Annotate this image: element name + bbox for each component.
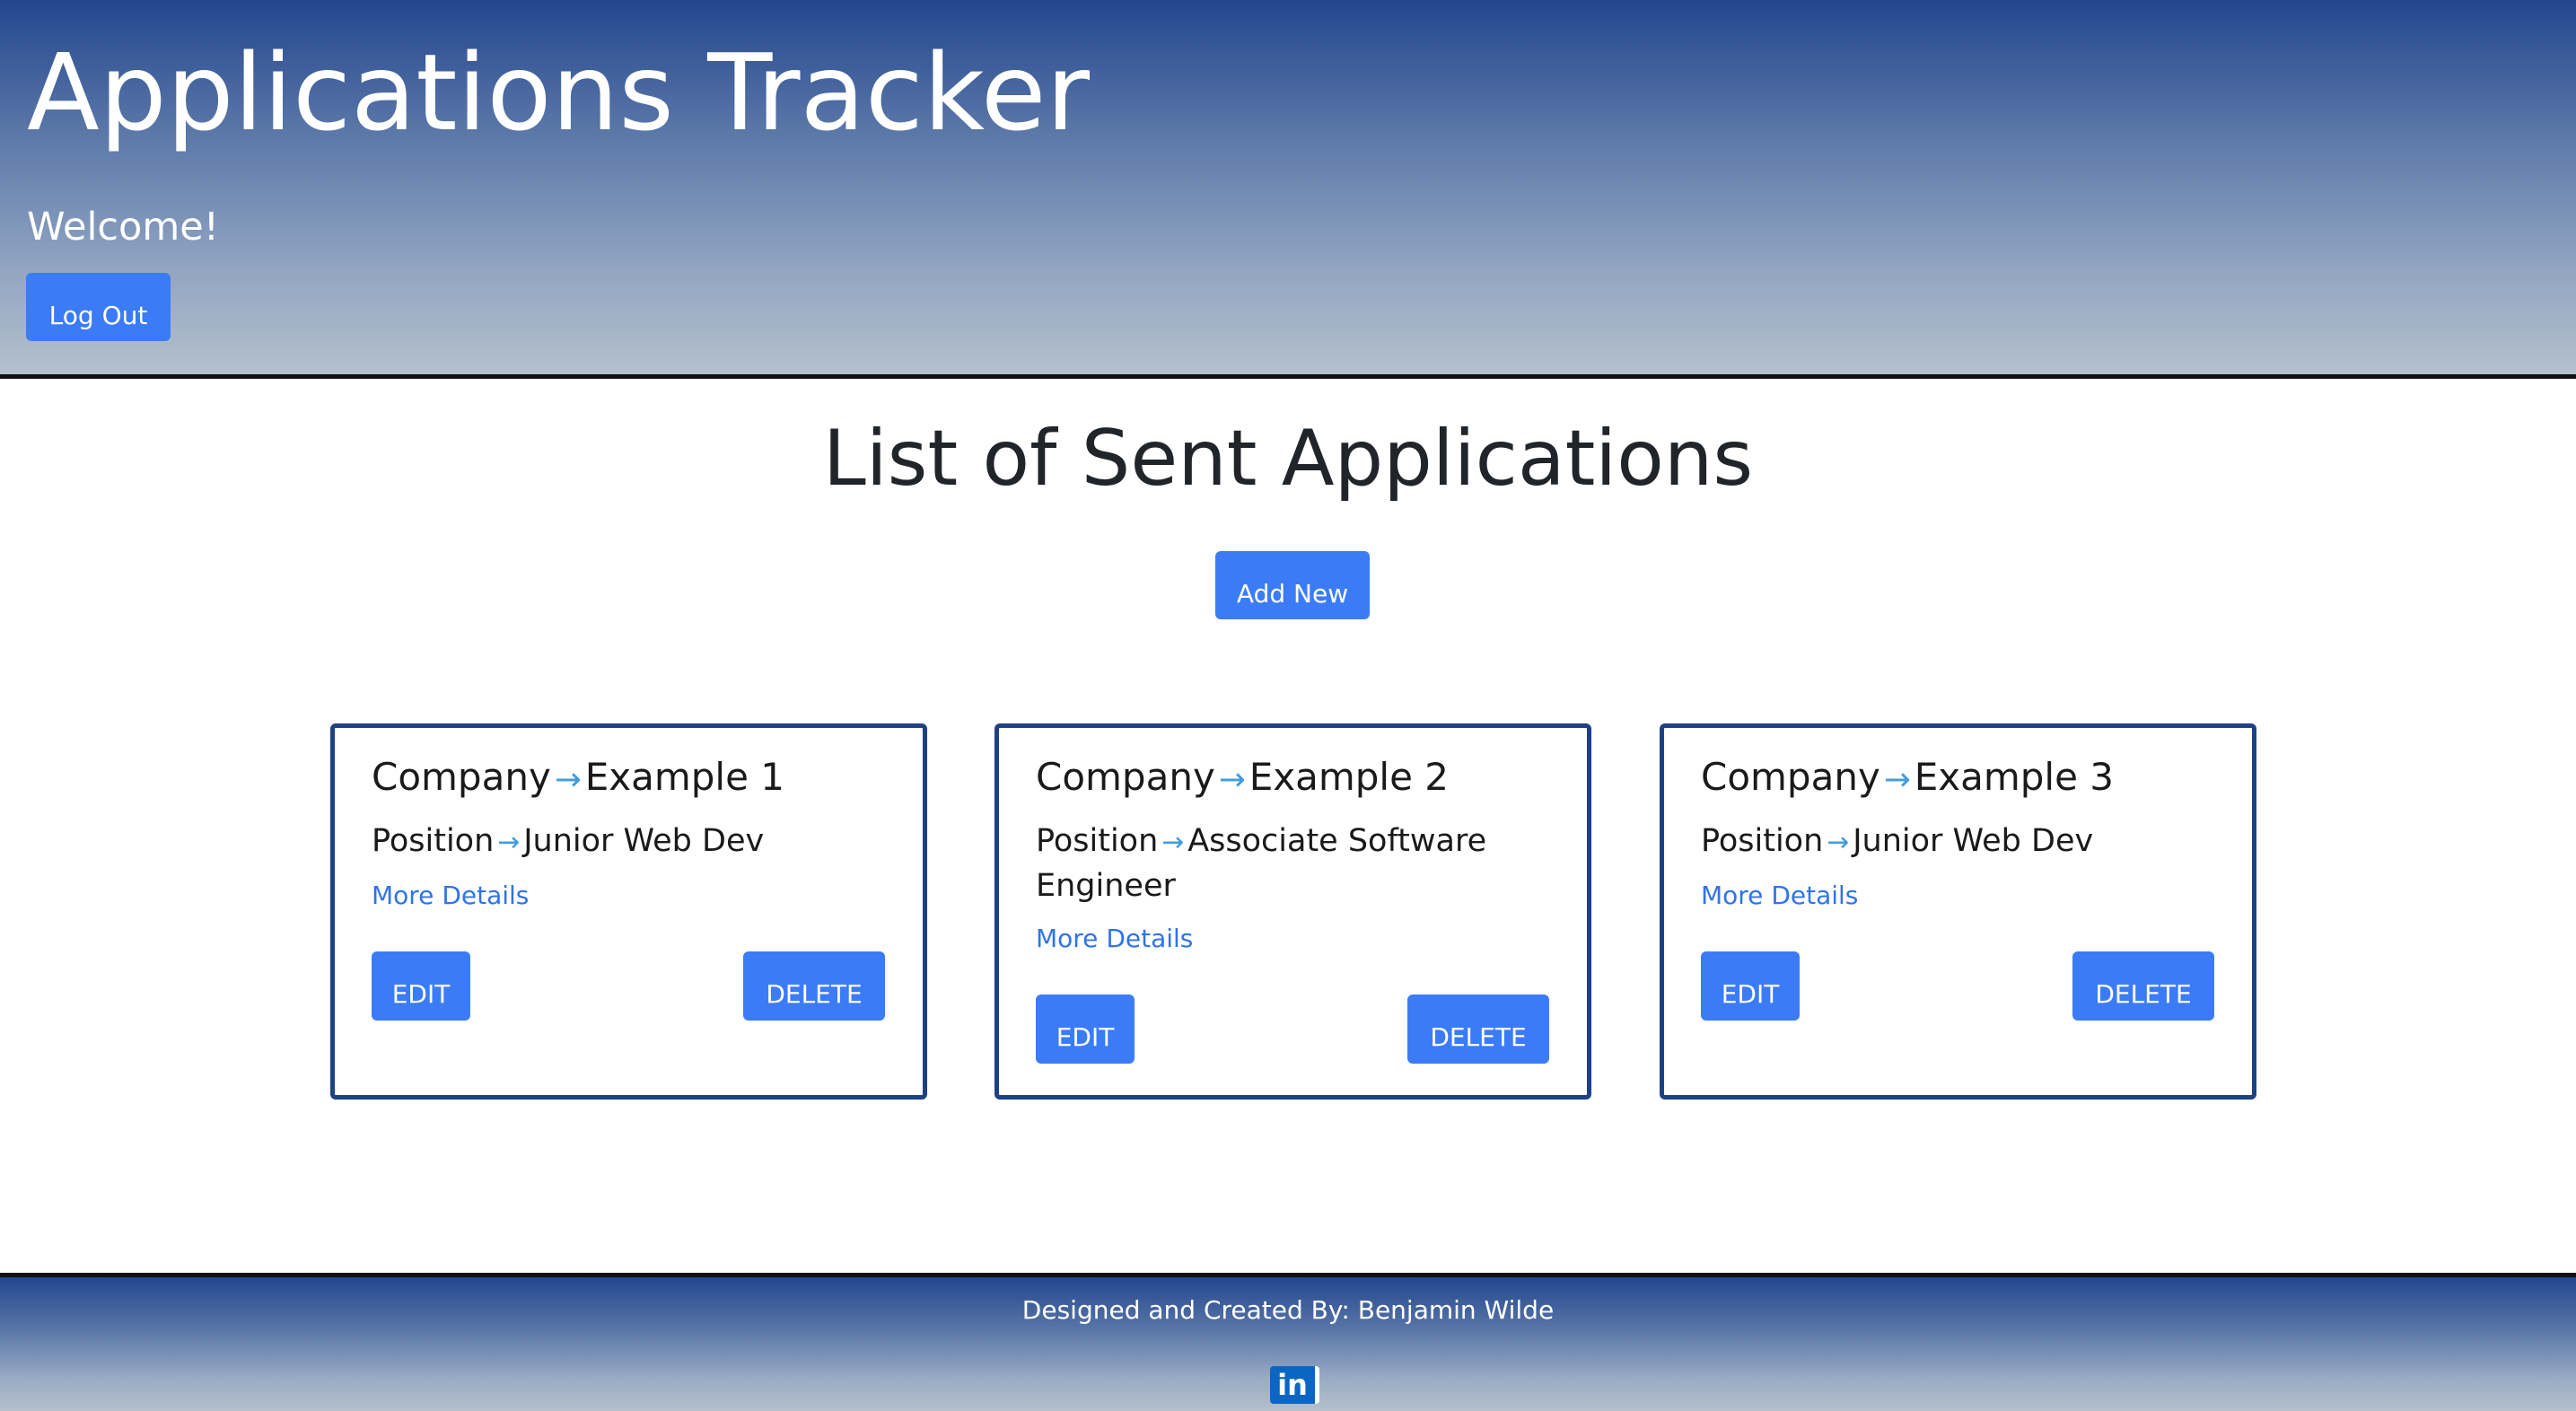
position-value: Junior Web Dev [1853, 823, 2094, 859]
card-company: Company →Example 2 [1036, 755, 1449, 799]
application-card: Company →Example 1 Position → Junior Web De… [330, 723, 927, 1100]
company-label: Company [372, 755, 551, 799]
card-company: Company →Example 3 [1701, 755, 2114, 799]
page-title: List of Sent Applications [822, 414, 1754, 504]
arrow-right-icon: → [1883, 761, 1911, 798]
card-position: Position → Junior Web Dev [372, 819, 892, 864]
delete-button[interactable]: DELETE [1407, 995, 1549, 1064]
arrow-right-icon: → [1161, 827, 1185, 858]
app-title: Applications Tracker [27, 31, 1090, 154]
company-label: Company [1036, 755, 1215, 799]
card-position: Position → Associate Software Engineer [1036, 819, 1556, 907]
edit-button[interactable]: EDIT [1701, 951, 1800, 1021]
arrow-right-icon: → [1218, 761, 1246, 798]
arrow-right-icon: → [1827, 827, 1850, 858]
more-details-link[interactable]: More Details [1036, 924, 1193, 953]
application-card: Company →Example 2 Position → Associate Sof… [994, 723, 1591, 1100]
company-value: Example 2 [1249, 755, 1450, 799]
footer-credit: Designed and Created By: Benjamin Wilde [1021, 1295, 1555, 1325]
delete-button[interactable]: DELETE [743, 951, 885, 1021]
linkedin-icon[interactable]: in [1270, 1366, 1319, 1404]
company-label: Company [1701, 755, 1880, 799]
page-header: Applications Tracker Welcome! Log Out [0, 0, 2576, 379]
logout-button[interactable]: Log Out [26, 273, 171, 341]
card-company: Company →Example 1 [372, 755, 784, 799]
edit-button[interactable]: EDIT [1036, 995, 1135, 1064]
welcome-message: Welcome! [27, 205, 219, 250]
delete-button[interactable]: DELETE [2072, 951, 2214, 1021]
position-label: Position [372, 823, 495, 859]
card-position: Position → Junior Web Dev [1701, 819, 2221, 864]
arrow-right-icon: → [554, 761, 582, 798]
position-value: Junior Web Dev [523, 823, 765, 859]
add-new-button[interactable]: Add New [1215, 551, 1370, 619]
position-label: Position [1701, 823, 1824, 859]
arrow-right-icon: → [497, 827, 521, 858]
edit-button[interactable]: EDIT [372, 951, 470, 1021]
more-details-link[interactable]: More Details [1701, 881, 1858, 910]
page-footer: Designed and Created By: Benjamin Wilde … [0, 1273, 2576, 1411]
more-details-link[interactable]: More Details [372, 881, 529, 910]
application-card: Company →Example 3 Position → Junior Web De… [1660, 723, 2256, 1100]
position-label: Position [1036, 823, 1159, 859]
company-value: Example 1 [584, 755, 785, 799]
company-value: Example 3 [1914, 755, 2115, 799]
